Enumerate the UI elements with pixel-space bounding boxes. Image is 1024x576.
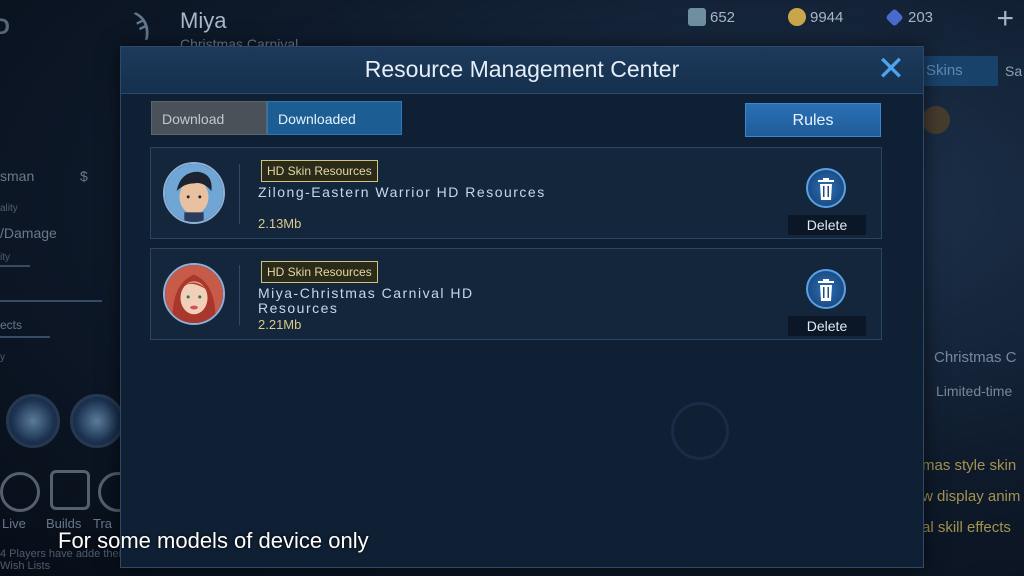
battle-point-count: 9944 <box>810 8 844 26</box>
trash-icon[interactable] <box>806 168 846 208</box>
resource-name: Zilong-Eastern Warrior HD Resources <box>258 184 546 200</box>
ticket-resource[interactable]: 652 <box>688 7 735 27</box>
dollar-icon: $ <box>80 168 88 184</box>
stat-bar <box>0 300 102 302</box>
list-item: HD Skin Resources Zilong-Eastern Warrior… <box>150 147 882 239</box>
video-caption: For some models of device only <box>58 528 369 553</box>
skin-feature-text: al skill effects <box>922 519 1011 536</box>
tab-downloaded-skins[interactable]: Downloaded Skins <box>267 101 402 161</box>
diamond-count: 203 <box>908 8 934 26</box>
resource-size: 2.13Mb <box>258 216 302 231</box>
rules-button[interactable]: Rules <box>745 103 881 137</box>
delete-button[interactable]: Delete <box>788 316 866 336</box>
live-label: Live <box>2 516 26 531</box>
ticket-count: 652 <box>710 8 736 26</box>
skin-feature-text: w display anim <box>922 488 1021 505</box>
tab-sa[interactable]: Sa <box>1000 56 1024 86</box>
hero-name: Miya <box>180 8 227 33</box>
heart-icon[interactable] <box>922 106 950 134</box>
dialog-header: Resource Management Center ✕ <box>121 47 923 94</box>
battle-point-coin-icon <box>788 8 806 26</box>
left-stat-label: /Damage <box>0 225 57 241</box>
hd-skin-badge: HD Skin Resources <box>261 160 378 182</box>
add-currency-button[interactable]: + <box>996 2 1014 36</box>
diamond-resource[interactable]: 203 <box>885 7 934 27</box>
hero-emblem-icon: ϡ <box>132 8 150 41</box>
resource-name: Miya-Christmas Carnival HD Resources <box>258 285 474 316</box>
top-bar: D ϡ Miya Christmas Carnival 652 9944 203… <box>0 0 1024 52</box>
item-divider <box>239 164 240 224</box>
builds-icon[interactable] <box>50 470 90 510</box>
battle-point-resource[interactable]: 9944 <box>788 7 843 27</box>
close-button[interactable]: ✕ <box>873 51 909 87</box>
zilong-avatar <box>163 162 225 224</box>
hd-skin-badge: HD Skin Resources <box>261 261 378 283</box>
skill-icon[interactable] <box>6 394 60 448</box>
dialog-title: Resource Management Center <box>364 56 680 82</box>
left-stat-sub: y <box>0 352 5 363</box>
live-icon[interactable] <box>0 472 40 512</box>
left-stat-label: ects <box>0 318 23 332</box>
game-logo: D <box>0 14 10 39</box>
resource-size: 2.21Mb <box>258 317 302 332</box>
left-stat-sub: ality <box>0 203 18 214</box>
loading-spinner <box>671 402 729 460</box>
delete-button[interactable]: Delete <box>788 215 866 235</box>
trash-icon[interactable] <box>806 269 846 309</box>
stat-bar <box>0 265 30 267</box>
resource-management-dialog: Resource Management Center ✕ Download Qu… <box>120 46 924 568</box>
tab-skins[interactable]: Skins <box>912 56 998 86</box>
skin-title-right: Christmas C <box>934 349 1017 366</box>
item-divider <box>239 265 240 325</box>
left-stat-label: sman <box>0 168 35 184</box>
stat-bar <box>0 336 50 338</box>
left-stat-sub: ity <box>0 252 10 263</box>
limited-time-label: Limited-time <box>936 383 1013 399</box>
tab-bar: Download Queue Downloaded Skins <box>151 101 402 161</box>
list-item: HD Skin Resources Miya-Christmas Carniva… <box>150 248 882 340</box>
tab-download-queue[interactable]: Download Queue <box>151 101 267 161</box>
miya-avatar <box>163 263 225 325</box>
diamond-icon <box>885 7 904 27</box>
skin-feature-text: mas style skin <box>922 457 1017 474</box>
skill-icon[interactable] <box>70 394 124 448</box>
ticket-icon <box>688 8 706 26</box>
